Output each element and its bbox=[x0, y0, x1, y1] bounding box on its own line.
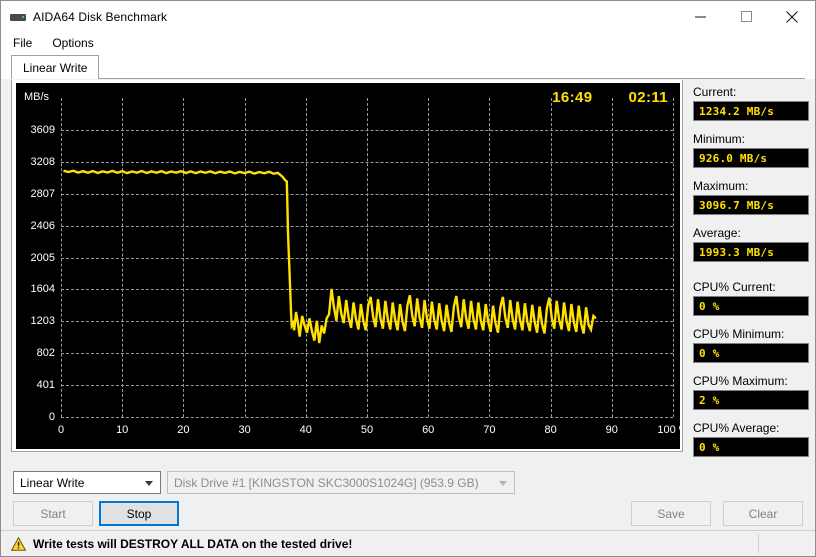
y-tick-label: 2807 bbox=[30, 187, 55, 200]
maximize-button[interactable] bbox=[723, 1, 769, 32]
x-tick-label: 0 bbox=[57, 424, 65, 436]
plot-area: 0 401 802 1203 1604 2005 2406 2807 3208 3609 0 10 2… bbox=[31, 98, 680, 436]
x-tick-label: 70 bbox=[483, 424, 496, 436]
x-tick-label: 20 bbox=[177, 424, 190, 436]
y-tick-label: 2406 bbox=[30, 219, 55, 232]
y-axis-unit-label: MB/s bbox=[24, 91, 50, 103]
y-tick-label: 2005 bbox=[30, 251, 55, 264]
save-button[interactable]: Save bbox=[631, 501, 711, 526]
y-tick-label: 0 bbox=[48, 411, 55, 423]
y-tick-label: 1203 bbox=[30, 315, 55, 328]
window-controls bbox=[677, 1, 815, 32]
y-tick-label: 1604 bbox=[30, 283, 55, 296]
main-body: MB/s 16:49 02:11 0 401 802 1203 1604 2005 2406… bbox=[1, 79, 815, 556]
warning-bar: Write tests will DESTROY ALL DATA on the… bbox=[1, 530, 815, 556]
stat-label: Minimum: bbox=[693, 132, 746, 146]
selectors-row: Linear Write Disk Drive #1 [KINGSTON SKC… bbox=[13, 471, 515, 494]
statistics-panel: Current: 1234.2 MB/s Minimum: 926.0 MB/s Max… bbox=[693, 85, 809, 522]
stat-value: 0 % bbox=[693, 296, 809, 316]
start-button[interactable]: Start bbox=[13, 501, 93, 526]
stop-button[interactable]: Stop bbox=[99, 501, 179, 526]
x-tick-label: 60 bbox=[422, 424, 435, 436]
drive-select-value: Disk Drive #1 [KINGSTON SKC3000S1024G] (… bbox=[174, 475, 479, 490]
chevron-down-icon bbox=[145, 480, 153, 486]
tab-linear-write[interactable]: Linear Write bbox=[11, 55, 100, 79]
warning-triangle-icon bbox=[11, 536, 26, 551]
x-tick-label: 10 bbox=[116, 424, 129, 436]
y-tick-label: 802 bbox=[36, 347, 55, 360]
stat-label: Average: bbox=[693, 226, 741, 240]
x-tick-label: 90 bbox=[605, 424, 618, 436]
x-tick-label: 30 bbox=[238, 424, 251, 436]
stat-label: CPU% Average: bbox=[693, 421, 780, 435]
clear-button[interactable]: Clear bbox=[723, 501, 803, 526]
throughput-trace bbox=[61, 98, 673, 417]
aida64-disk-benchmark-window: AIDA64 Disk Benchmark File Options Linea… bbox=[0, 0, 816, 557]
title-bar: AIDA64 Disk Benchmark bbox=[1, 1, 815, 32]
stat-label: Maximum: bbox=[693, 179, 749, 193]
drive-select[interactable]: Disk Drive #1 [KINGSTON SKC3000S1024G] (… bbox=[167, 471, 515, 494]
status-separator bbox=[758, 534, 759, 553]
minimize-button[interactable] bbox=[677, 1, 723, 32]
stat-value: 1993.3 MB/s bbox=[693, 242, 809, 262]
y-tick-label: 3609 bbox=[30, 123, 55, 136]
stat-value: 3096.7 MB/s bbox=[693, 195, 809, 215]
y-tick-label: 401 bbox=[36, 379, 55, 392]
chevron-down-icon bbox=[499, 480, 507, 486]
stat-value: 0 % bbox=[693, 343, 809, 363]
stat-label: CPU% Current: bbox=[693, 280, 776, 294]
menu-item-file[interactable]: File bbox=[11, 34, 41, 53]
menu-item-options[interactable]: Options bbox=[50, 34, 102, 53]
stat-value: 1234.2 MB/s bbox=[693, 101, 809, 121]
stat-value: 926.0 MB/s bbox=[693, 148, 809, 168]
tab-strip: Linear Write bbox=[1, 54, 815, 79]
y-tick-label: 3208 bbox=[30, 155, 55, 168]
stat-value: 2 % bbox=[693, 390, 809, 410]
menu-bar: File Options bbox=[1, 32, 815, 54]
close-button[interactable] bbox=[769, 1, 815, 32]
gridline-vertical bbox=[673, 98, 674, 417]
stat-label: Current: bbox=[693, 85, 737, 99]
stat-label: CPU% Maximum: bbox=[693, 374, 788, 388]
warning-text: Write tests will DESTROY ALL DATA on the… bbox=[33, 536, 353, 551]
gridline-horizontal bbox=[61, 417, 673, 418]
disk-drive-icon bbox=[10, 9, 26, 25]
controls-area: Linear Write Disk Drive #1 [KINGSTON SKC… bbox=[1, 466, 815, 556]
x-tick-label: 40 bbox=[299, 424, 312, 436]
x-tick-label: 80 bbox=[544, 424, 557, 436]
action-buttons-row: Start Stop Save Clear bbox=[13, 501, 803, 527]
chart-panel: MB/s 16:49 02:11 0 401 802 1203 1604 2005 2406… bbox=[11, 80, 683, 452]
stat-value: 0 % bbox=[693, 437, 809, 457]
x-tick-label: 50 bbox=[360, 424, 374, 436]
stat-label: CPU% Minimum: bbox=[693, 327, 785, 341]
benchmark-mode-value: Linear Write bbox=[20, 475, 85, 490]
x-tick-label: 100 % bbox=[657, 424, 680, 436]
benchmark-mode-select[interactable]: Linear Write bbox=[13, 471, 161, 494]
window-title: AIDA64 Disk Benchmark bbox=[33, 9, 168, 24]
benchmark-chart: MB/s 16:49 02:11 0 401 802 1203 1604 2005 2406… bbox=[16, 83, 680, 449]
